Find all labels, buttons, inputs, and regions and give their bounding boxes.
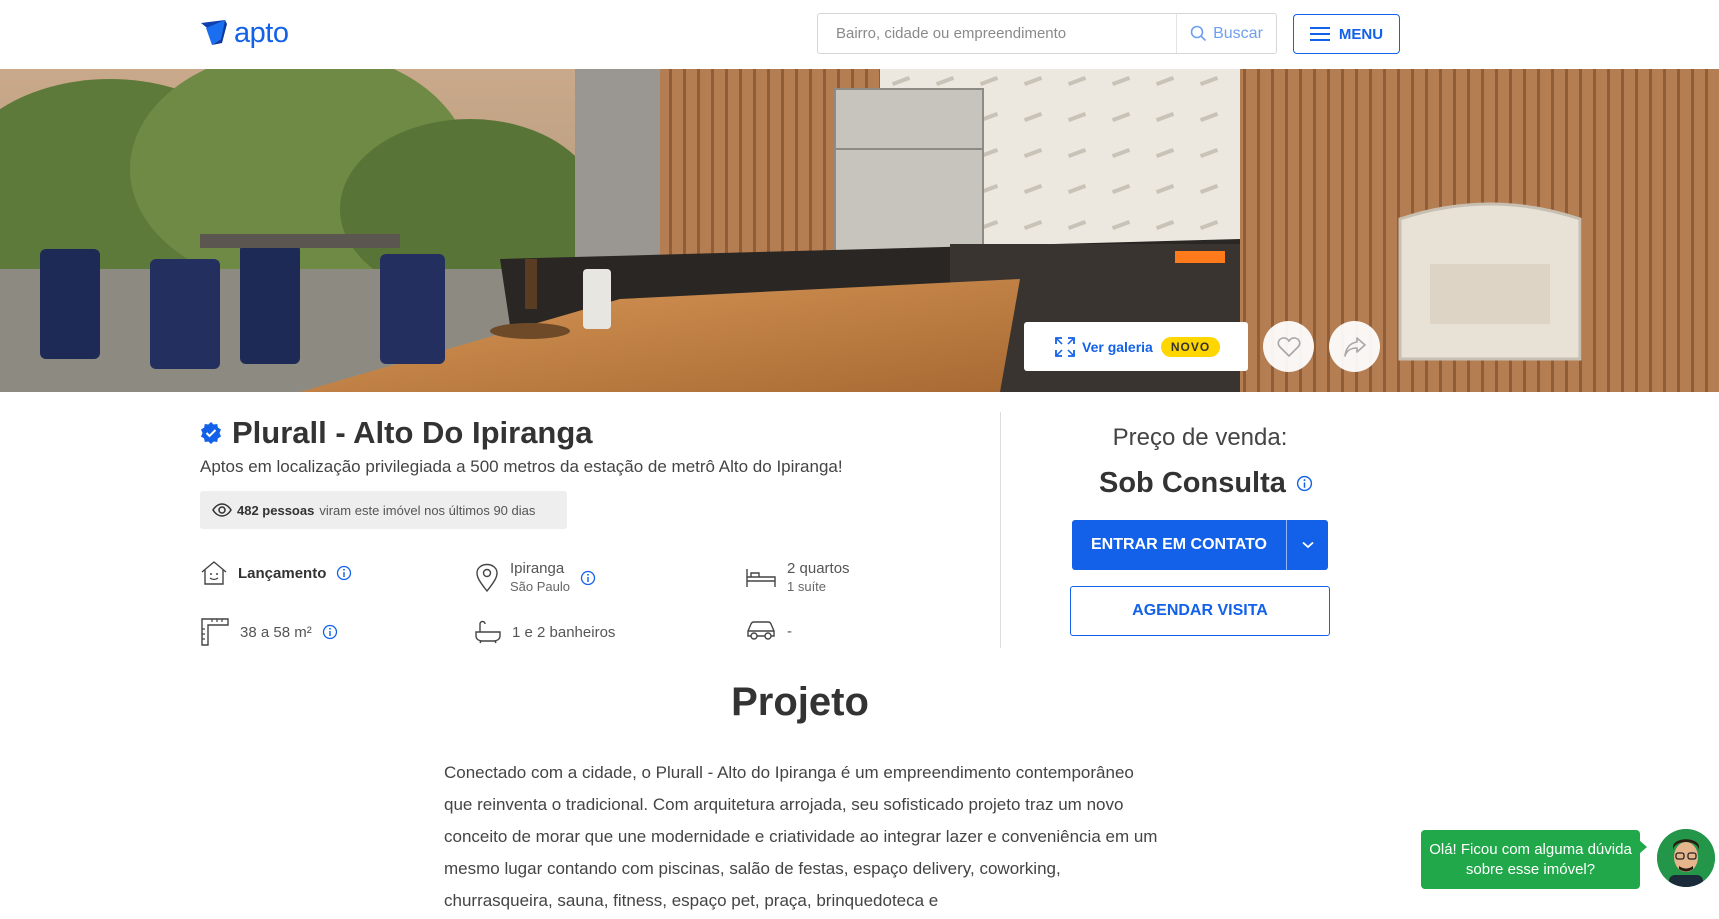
suites: 1 suíte (787, 579, 827, 594)
property-title: Plurall - Alto Do Ipiranga (232, 415, 593, 450)
contact-options-toggle[interactable] (1286, 520, 1328, 570)
contact-button[interactable]: ENTRAR EM CONTATO (1072, 520, 1328, 570)
menu-button-label: MENU (1338, 25, 1384, 43)
car-icon (747, 621, 775, 640)
share-button[interactable] (1329, 321, 1380, 372)
assistant-avatar-icon (1657, 829, 1715, 887)
search-button-label: Buscar (1213, 24, 1263, 42)
chat-avatar-button[interactable] (1657, 829, 1715, 887)
property-subtitle: Aptos em localização privilegiada a 500 … (200, 457, 843, 476)
expand-icon (1055, 336, 1075, 357)
status-label: Lançamento (238, 564, 327, 582)
ruler-icon (201, 618, 229, 646)
search-button[interactable]: Buscar (1176, 14, 1276, 53)
city: São Paulo (510, 579, 570, 594)
view-gallery-button[interactable]: Ver galeria NOVO (1024, 322, 1248, 371)
favorite-button[interactable] (1263, 321, 1314, 372)
search-input[interactable] (818, 14, 1176, 53)
property-title-row: Plurall - Alto Do Ipiranga (199, 415, 593, 451)
hamburger-icon (1309, 27, 1330, 41)
verified-badge-icon (201, 422, 221, 444)
project-section-title: Projeto (731, 680, 869, 724)
info-icon[interactable] (580, 570, 596, 586)
feature-parking: - (745, 620, 792, 642)
parking: - (787, 622, 792, 640)
menu-button[interactable]: MENU (1293, 14, 1400, 54)
info-icon[interactable] (1296, 475, 1313, 492)
heart-icon (1277, 336, 1300, 357)
chat-prompt-bubble[interactable]: Olá! Ficou com alguma dúvida sobre esse … (1421, 830, 1647, 889)
project-description: Conectado com a cidade, o Plurall - Alto… (444, 763, 1158, 910)
views-text: viram este imóvel nos últimos 90 dias (319, 502, 536, 518)
search-bar: Buscar (817, 13, 1277, 54)
new-badge: NOVO (1160, 336, 1221, 357)
chevron-down-icon (1301, 541, 1314, 549)
location-pin-icon (476, 563, 498, 593)
area: 38 a 58 m² (240, 623, 312, 641)
schedule-visit-button[interactable]: AGENDAR VISITA (1070, 586, 1330, 636)
chat-message: Olá! Ficou com alguma dúvida sobre esse … (1429, 840, 1632, 878)
feature-location: Ipiranga São Paulo (474, 560, 596, 596)
view-gallery-label: Ver galeria (1082, 338, 1153, 355)
info-icon[interactable] (322, 624, 338, 640)
bathtub-icon (475, 620, 501, 644)
site-header: apto Buscar MENU (0, 0, 1719, 69)
house-icon (201, 561, 227, 585)
apto-logo-icon (201, 19, 227, 45)
share-arrow-icon (1343, 336, 1366, 357)
feature-bedrooms: 2 quartos 1 suíte (745, 560, 850, 596)
bed-icon (746, 569, 776, 587)
price-value-row: Sob Consulta (1099, 467, 1313, 500)
bathrooms: 1 e 2 banheiros (512, 623, 616, 641)
views-count: 482 pessoas (237, 502, 315, 518)
price-label: Preço de venda: (1112, 424, 1288, 451)
neighborhood: Ipiranga (510, 560, 565, 577)
feature-bathrooms: 1 e 2 banheiros (474, 620, 615, 644)
feature-status: Lançamento (200, 560, 352, 586)
hero-gallery-image[interactable]: Ver galeria NOVO (0, 69, 1719, 392)
eye-icon (212, 503, 232, 517)
gourmet-area-photo (0, 69, 1719, 392)
bedrooms: 2 quartos (787, 560, 850, 577)
logo-text: apto (234, 17, 289, 49)
contact-button-label[interactable]: ENTRAR EM CONTATO (1072, 520, 1286, 570)
feature-area: 38 a 58 m² (200, 617, 338, 647)
info-icon[interactable] (336, 565, 352, 581)
apto-logo[interactable]: apto (200, 17, 289, 50)
price-value: Sob Consulta (1099, 467, 1286, 499)
views-counter: 482 pessoas viram este imóvel nos último… (200, 491, 567, 529)
search-icon (1190, 25, 1207, 42)
